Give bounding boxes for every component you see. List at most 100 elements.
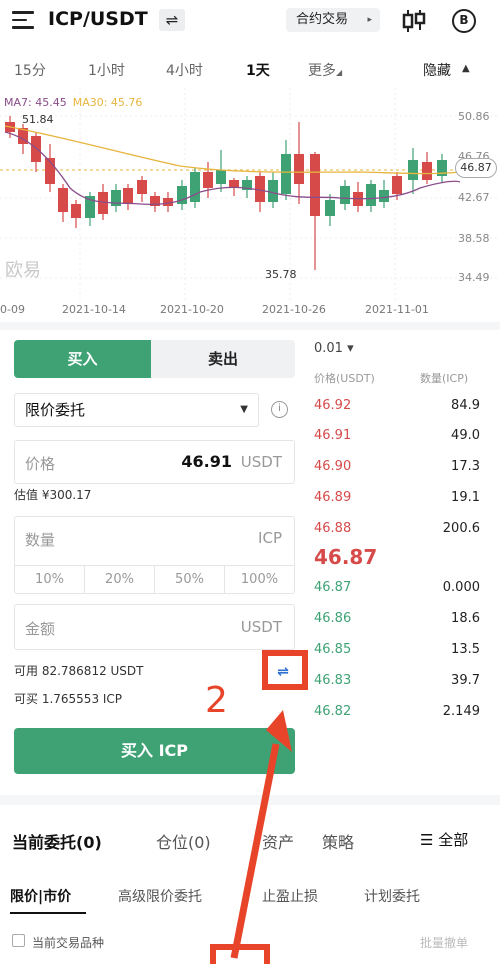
candle-body (294, 154, 304, 184)
percent-20-button[interactable]: 20% (85, 566, 155, 593)
candle-body (123, 188, 133, 204)
bid-qty: 0.000 (442, 580, 480, 595)
order-type-value: 限价委托 (25, 401, 86, 419)
candle-body (137, 180, 147, 194)
tab-advanced-limit[interactable]: 高级限价委托 (118, 886, 202, 906)
bid-row[interactable]: 46.82 2.149 (314, 704, 480, 728)
list-icon: ☰ (420, 831, 439, 849)
candle-body (71, 204, 81, 218)
ask-price: 46.89 (314, 490, 352, 505)
section-divider (0, 795, 500, 805)
candle-body (216, 170, 226, 184)
tab-limit-market[interactable]: 限价|市价 (10, 886, 71, 906)
tick-size-select[interactable]: 0.01 ▾ (314, 341, 354, 356)
caret-down-icon: ▼ (240, 404, 248, 415)
price-column-header: 价格(USDT) (314, 372, 375, 385)
batch-cancel-button[interactable]: 批量撤单 (420, 934, 468, 951)
candle-body (58, 188, 68, 212)
ask-price: 46.91 (314, 428, 352, 443)
total-input[interactable]: 金额 USDT (14, 604, 295, 650)
buy-submit-button[interactable]: 买入 ICP (14, 728, 295, 774)
y-tick: 42.67 (458, 191, 490, 204)
ask-qty: 17.3 (451, 459, 480, 474)
current-price-tag: 46.87 (455, 158, 497, 178)
buy-tab[interactable]: 买入 (14, 340, 151, 378)
max-buy-amount: 可买 1.765553 ICP (14, 692, 123, 706)
candle-body (203, 172, 213, 188)
bid-qty: 2.149 (442, 704, 480, 719)
amount-input[interactable]: 数量 ICP 10% 20% 50% 100% (14, 516, 295, 594)
percent-10-button[interactable]: 10% (15, 566, 85, 593)
low-price-label: 35.78 (265, 268, 297, 281)
tab-strategy[interactable]: 策略 (322, 829, 354, 853)
total-label: 金额 (25, 620, 56, 638)
percent-selector: 10% 20% 50% 100% (15, 565, 294, 593)
ask-row[interactable]: 46.92 84.9 (314, 398, 480, 422)
bid-row[interactable]: 46.85 13.5 (314, 642, 480, 666)
tab-more[interactable]: 更多◢ (308, 60, 342, 80)
percent-50-button[interactable]: 50% (155, 566, 225, 593)
tab-open-orders[interactable]: 当前委托(0) (12, 829, 102, 853)
caret-up-icon[interactable]: ▲ (462, 63, 470, 74)
bid-price: 46.86 (314, 611, 352, 626)
qty-column-header: 数量(ICP) (420, 372, 469, 385)
order-type-select[interactable]: 限价委托 ▼ (14, 393, 259, 427)
candle-body (281, 154, 291, 194)
trading-pair-title[interactable]: ICP/USDT (48, 8, 148, 30)
exchange-watermark: 欧易 (5, 260, 41, 281)
x-tick: 2021-10-20 (160, 303, 224, 316)
price-input[interactable]: 价格 46.91 USDT (14, 440, 295, 484)
all-orders-button[interactable]: ☰ 全部 (420, 829, 468, 850)
ask-row[interactable]: 46.91 49.0 (314, 428, 480, 452)
ask-qty: 49.0 (451, 428, 480, 443)
all-orders-label: 全部 (438, 831, 469, 849)
candlestick-icon[interactable] (400, 8, 428, 34)
bid-qty: 13.5 (451, 642, 480, 657)
switch-pair-icon[interactable]: ⇌ (159, 9, 185, 31)
y-tick: 50.86 (458, 110, 490, 123)
ask-qty: 84.9 (451, 398, 480, 413)
bid-price: 46.83 (314, 673, 352, 688)
tab-tp-sl[interactable]: 止盈止损 (262, 886, 318, 906)
bid-row[interactable]: 46.86 18.6 (314, 611, 480, 635)
tab-1d[interactable]: 1天 (246, 60, 270, 80)
candlestick-chart[interactable] (0, 88, 500, 320)
top-bar: ICP/USDT ⇌ 合约交易 ▸ B (0, 0, 500, 46)
x-tick: 2021-10-26 (262, 303, 326, 316)
active-tab-underline (10, 912, 86, 914)
tab-15m[interactable]: 15分 (14, 60, 46, 80)
ask-row[interactable]: 46.88 200.6 (314, 521, 480, 545)
last-price[interactable]: 46.87 (314, 545, 377, 569)
bid-row[interactable]: 46.87 0.000 (314, 580, 480, 604)
ma7-label: MA7: 45.45 (4, 96, 67, 109)
candle-body (310, 154, 320, 216)
y-tick: 34.49 (458, 271, 490, 284)
tab-1h[interactable]: 1小时 (88, 60, 125, 80)
b-coin-icon[interactable]: B (452, 9, 476, 33)
candle-body (325, 200, 335, 216)
ask-row[interactable]: 46.90 17.3 (314, 459, 480, 483)
highlight-box (262, 650, 308, 690)
ma30-label: MA30: 45.76 (72, 96, 143, 109)
percent-100-button[interactable]: 100% (225, 566, 294, 593)
sell-tab[interactable]: 卖出 (151, 340, 295, 378)
tab-positions[interactable]: 仓位(0) (156, 829, 211, 853)
amount-unit: ICP (258, 529, 282, 547)
tab-assets[interactable]: 资产 (262, 829, 294, 853)
highlight-box (210, 944, 270, 964)
hide-chart-button[interactable]: 隐藏 (423, 60, 451, 80)
contract-trade-button[interactable]: 合约交易 ▸ (286, 8, 380, 32)
ma7-line (4, 131, 461, 206)
menu-icon[interactable] (12, 11, 34, 29)
ask-qty: 200.6 (442, 521, 480, 536)
tab-trigger[interactable]: 计划委托 (364, 886, 420, 906)
tab-more-label: 更多 (308, 63, 336, 79)
tab-4h[interactable]: 4小时 (166, 60, 203, 80)
total-unit: USDT (240, 618, 282, 636)
info-icon[interactable]: i (271, 401, 288, 418)
bid-row[interactable]: 46.83 39.7 (314, 673, 480, 697)
ask-row[interactable]: 46.89 19.1 (314, 490, 480, 514)
section-divider (0, 322, 500, 330)
bid-qty: 18.6 (451, 611, 480, 626)
price-unit: USDT (240, 453, 282, 471)
